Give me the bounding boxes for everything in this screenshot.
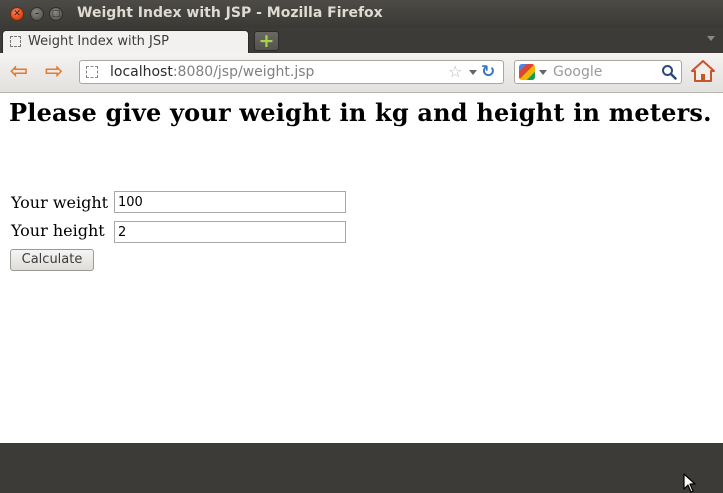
home-button[interactable]: [689, 59, 717, 85]
site-identity-icon[interactable]: [86, 66, 98, 78]
tab-weight-index[interactable]: Weight Index with JSP: [2, 30, 249, 53]
search-engine-dropdown-icon[interactable]: [539, 70, 547, 75]
bookmark-star-icon[interactable]: ☆: [448, 62, 462, 81]
navigation-toolbar: ⇦ ⇨ localhost:8080/jsp/weight.jsp ☆ ↻ Go…: [0, 53, 723, 93]
height-label: Your height: [11, 221, 105, 240]
url-bar[interactable]: localhost:8080/jsp/weight.jsp ☆ ↻: [79, 60, 504, 84]
back-button[interactable]: ⇦: [7, 61, 31, 83]
maximize-window-button[interactable]: □: [49, 7, 63, 21]
history-dropdown-icon[interactable]: [469, 70, 477, 75]
height-input[interactable]: [114, 221, 346, 243]
url-host: localhost: [110, 64, 173, 80]
reload-icon[interactable]: ↻: [481, 62, 495, 82]
back-arrow-icon: ⇦: [9, 59, 29, 84]
browser-window: ✕ – □ Weight Index with JSP - Mozilla Fi…: [0, 0, 723, 493]
maximize-icon: □: [51, 9, 61, 19]
title-bar: ✕ – □ Weight Index with JSP - Mozilla Fi…: [0, 0, 723, 28]
search-icon[interactable]: [661, 64, 677, 80]
forward-button[interactable]: ⇨: [42, 61, 66, 83]
minimize-window-button[interactable]: –: [30, 7, 44, 21]
url-text[interactable]: localhost:8080/jsp/weight.jsp: [110, 64, 314, 80]
forward-arrow-icon: ⇨: [44, 59, 64, 84]
window-title: Weight Index with JSP - Mozilla Firefox: [77, 5, 383, 21]
mouse-pointer-icon: [683, 473, 696, 493]
weight-input[interactable]: [114, 191, 346, 213]
page-content: Please give your weight in kg and height…: [0, 93, 723, 493]
minimize-icon: –: [34, 9, 40, 19]
tab-label: Weight Index with JSP: [28, 34, 169, 49]
search-bar[interactable]: Google: [514, 60, 682, 84]
close-icon: ✕: [13, 9, 21, 19]
home-icon: [691, 60, 715, 82]
url-path: :8080/jsp/weight.jsp: [172, 64, 315, 80]
calculate-button[interactable]: Calculate: [10, 249, 94, 271]
new-tab-button[interactable]: +: [254, 31, 279, 51]
search-placeholder: Google: [553, 64, 603, 80]
page-favicon-icon: [10, 36, 21, 47]
google-icon[interactable]: [519, 64, 535, 80]
page-heading: Please give your weight in kg and height…: [9, 98, 712, 127]
tab-list-dropdown-icon[interactable]: [707, 36, 715, 41]
tab-strip: Weight Index with JSP +: [0, 28, 723, 53]
close-window-button[interactable]: ✕: [10, 7, 24, 21]
plus-icon: +: [258, 30, 275, 52]
weight-label: Your weight: [11, 193, 109, 212]
